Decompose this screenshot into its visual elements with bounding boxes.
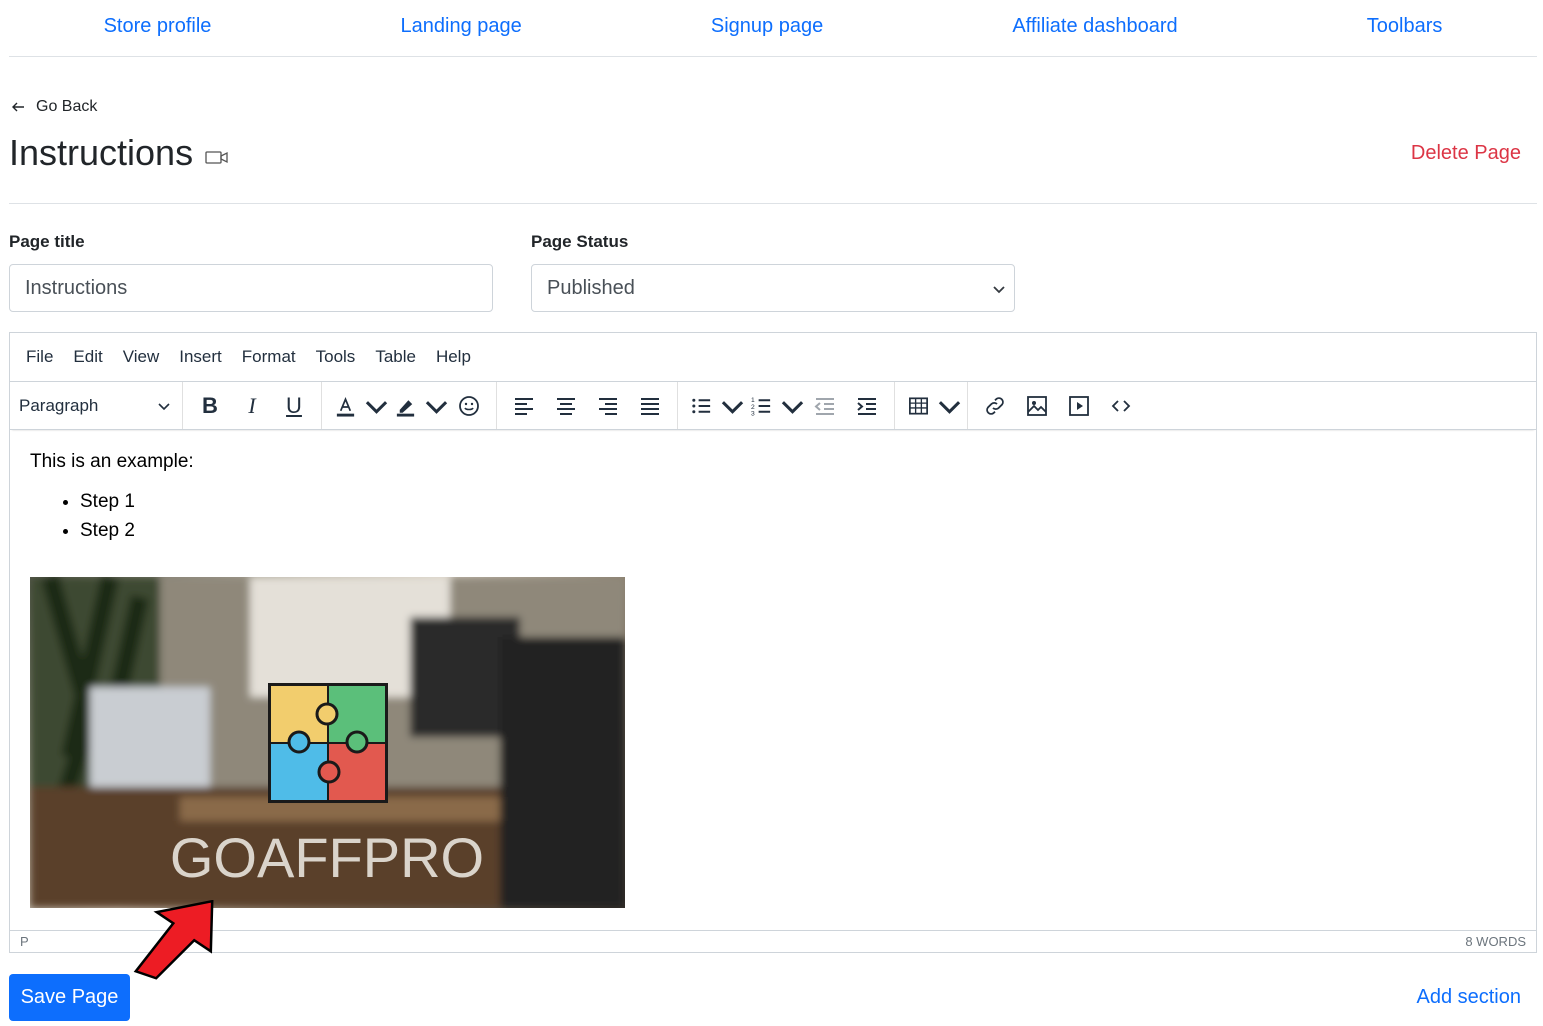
office-photo: GOAFFPRO <box>30 577 625 908</box>
bold-icon: B <box>202 392 218 418</box>
indent-button[interactable] <box>846 389 888 423</box>
menu-view[interactable]: View <box>113 347 170 367</box>
menu-table[interactable]: Table <box>365 347 426 367</box>
annotation-arrow <box>133 900 214 980</box>
chevron-down-icon <box>365 400 388 414</box>
align-justify-button[interactable] <box>629 389 671 423</box>
goaffpro-puzzle-logo <box>268 683 388 803</box>
outdent-icon <box>814 397 834 415</box>
table-button[interactable] <box>901 389 961 423</box>
emoji-icon <box>459 395 479 416</box>
image-icon <box>1027 395 1047 416</box>
rich-text-editor: File Edit View Insert Format Tools Table… <box>9 332 1537 953</box>
align-right-button[interactable] <box>587 389 629 423</box>
page-title-label: Page title <box>9 232 85 251</box>
underline-button[interactable]: U <box>273 389 315 423</box>
chevron-down-icon <box>158 402 170 410</box>
intro-paragraph: This is an example: <box>30 451 194 472</box>
chevron-down-icon <box>781 400 804 414</box>
highlight-color-button[interactable] <box>388 389 448 423</box>
align-left-button[interactable] <box>503 389 545 423</box>
italic-button[interactable]: I <box>231 389 273 423</box>
page-title: Instructions <box>9 132 229 174</box>
bullet-list-button[interactable] <box>684 389 744 423</box>
page-title-input[interactable]: Instructions <box>9 264 493 312</box>
nav-landing-page[interactable]: Landing page <box>401 15 522 42</box>
chevron-down-icon <box>721 400 744 414</box>
emoji-button[interactable] <box>448 389 490 423</box>
word-count[interactable]: 8 WORDS <box>1465 934 1526 949</box>
indent-icon <box>857 397 876 415</box>
nav-signup-page[interactable]: Signup page <box>711 15 823 42</box>
delete-page-link[interactable]: Delete Page <box>1411 142 1521 165</box>
goaffpro-logo-text: GOAFFPRO <box>170 826 484 889</box>
italic-icon: I <box>248 392 256 418</box>
bold-button[interactable]: B <box>189 389 231 423</box>
menu-file[interactable]: File <box>16 347 63 367</box>
page-status-value: Published <box>547 276 635 299</box>
block-format-group: Paragraph <box>10 382 183 429</box>
block-format-dropdown[interactable]: Paragraph <box>10 396 176 416</box>
align-center-icon <box>557 397 575 415</box>
list-item: Step 1 <box>80 487 1516 516</box>
link-icon <box>986 396 1004 415</box>
add-section-link[interactable]: Add section <box>1416 986 1521 1009</box>
insert-group <box>968 382 1148 429</box>
menu-tools[interactable]: Tools <box>306 347 366 367</box>
align-right-icon <box>599 397 617 415</box>
link-button[interactable] <box>974 389 1016 423</box>
nav-toolbars[interactable]: Toolbars <box>1367 15 1443 42</box>
arrow-left-icon <box>12 102 24 112</box>
align-left-icon <box>515 397 533 415</box>
menu-insert[interactable]: Insert <box>169 347 232 367</box>
nav-affiliate-dashboard[interactable]: Affiliate dashboard <box>1012 15 1177 42</box>
numbered-list-button[interactable]: 123 <box>744 389 804 423</box>
image-button[interactable] <box>1016 389 1058 423</box>
save-page-button[interactable]: Save Page <box>9 974 130 1021</box>
go-back-label: Go Back <box>36 98 98 115</box>
text-color-button[interactable] <box>328 389 388 423</box>
menu-edit[interactable]: Edit <box>63 347 112 367</box>
chevron-down-icon <box>425 400 448 414</box>
text-color-icon <box>336 396 355 417</box>
editor-content-area[interactable]: This is an example: Step 1 Step 2 <box>10 431 1536 931</box>
video-camera-icon[interactable] <box>205 148 229 166</box>
page-header: Instructions Delete Page <box>9 126 1537 204</box>
editor-toolbar: Paragraph B I U 1 2 3 <box>10 382 1536 430</box>
menu-format[interactable]: Format <box>232 347 306 367</box>
chevron-down-icon <box>993 286 1005 294</box>
page-status-label: Page Status <box>531 232 629 251</box>
chevron-down-icon <box>938 400 961 414</box>
top-nav: Store profile Landing page Signup page A… <box>9 0 1537 57</box>
media-play-icon <box>1069 395 1089 416</box>
list-group: 123 <box>678 382 895 429</box>
element-path[interactable]: P <box>20 934 29 949</box>
numbered-list-icon: 123 <box>751 397 771 417</box>
media-button[interactable] <box>1058 389 1100 423</box>
highlighter-icon <box>396 399 415 417</box>
outdent-button[interactable] <box>804 389 846 423</box>
code-icon <box>1111 399 1131 412</box>
page-title-text: Instructions <box>9 132 194 173</box>
menu-help[interactable]: Help <box>426 347 481 367</box>
editor-menubar: File Edit View Insert Format Tools Table… <box>10 333 1536 382</box>
alignment-group <box>497 382 678 429</box>
svg-text:3: 3 <box>751 410 755 417</box>
color-group <box>322 382 497 429</box>
nav-store-profile[interactable]: Store profile <box>104 15 212 42</box>
go-back-link[interactable]: Go Back <box>10 98 97 116</box>
bullet-list-icon <box>692 398 711 413</box>
source-code-button[interactable] <box>1100 389 1142 423</box>
table-icon <box>909 396 928 415</box>
embedded-image[interactable]: GOAFFPRO <box>30 577 625 908</box>
list-item: Step 2 <box>80 516 1516 545</box>
page-status-select[interactable]: Published <box>531 264 1015 312</box>
underline-icon: U <box>286 392 302 418</box>
align-center-button[interactable] <box>545 389 587 423</box>
table-group <box>895 382 968 429</box>
align-justify-icon <box>641 397 659 415</box>
text-style-group: B I U <box>183 382 322 429</box>
block-format-value: Paragraph <box>19 395 99 415</box>
steps-list: Step 1 Step 2 <box>80 487 1516 545</box>
